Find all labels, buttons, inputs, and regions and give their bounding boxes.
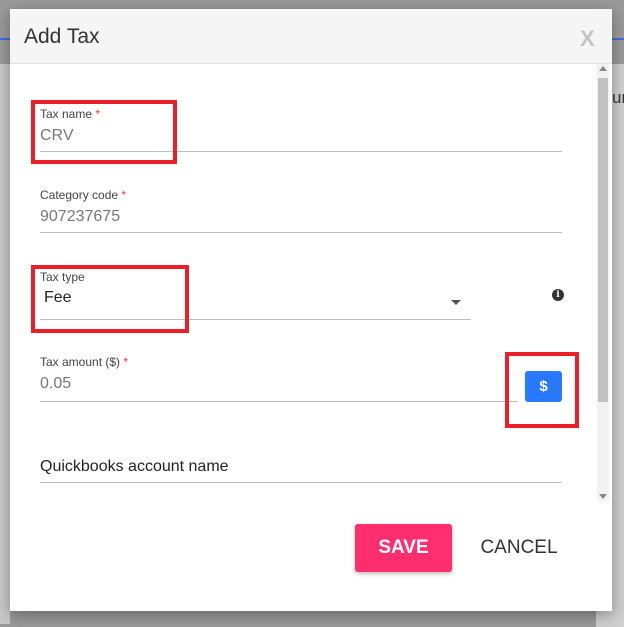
tax-amount-field[interactable]: Tax amount ($) * 0.05 [40,355,128,393]
dialog-header: Add Tax X [10,9,612,64]
background-left-strip [0,64,10,624]
highlight-box-dollar-button [505,352,579,428]
scroll-down-arrow-icon[interactable] [599,494,607,499]
scroll-thumb[interactable] [598,78,608,402]
save-button[interactable]: SAVE [355,524,452,572]
quickbooks-underline [40,482,562,483]
tax-amount-underline [40,401,518,402]
vertical-scrollbar[interactable] [597,64,609,501]
dialog-title: Add Tax [24,25,100,48]
category-code-field[interactable]: Category code * 907237675 [40,188,126,226]
add-tax-dialog: Add Tax X Tax name * CRV Category code *… [10,9,612,611]
category-code-label: Category code [40,188,119,202]
required-mark: * [123,355,129,369]
scroll-up-arrow-icon[interactable] [599,66,607,71]
required-mark: * [121,188,127,202]
tax-amount-label: Tax amount ($) [40,355,121,369]
highlight-box-tax-name [31,100,177,164]
highlight-box-tax-type [31,265,189,333]
category-code-value[interactable]: 907237675 [40,208,126,226]
category-code-underline [40,232,562,233]
quickbooks-account-field[interactable]: Quickbooks account name [40,458,229,476]
info-icon[interactable]: i [552,289,564,301]
tax-amount-value[interactable]: 0.05 [40,375,128,393]
cancel-button[interactable]: CANCEL [474,524,564,572]
chevron-down-icon[interactable] [451,300,461,305]
close-button[interactable]: X [580,26,595,52]
background-text-fragment: ur [612,88,624,107]
quickbooks-account-placeholder[interactable]: Quickbooks account name [40,458,229,476]
